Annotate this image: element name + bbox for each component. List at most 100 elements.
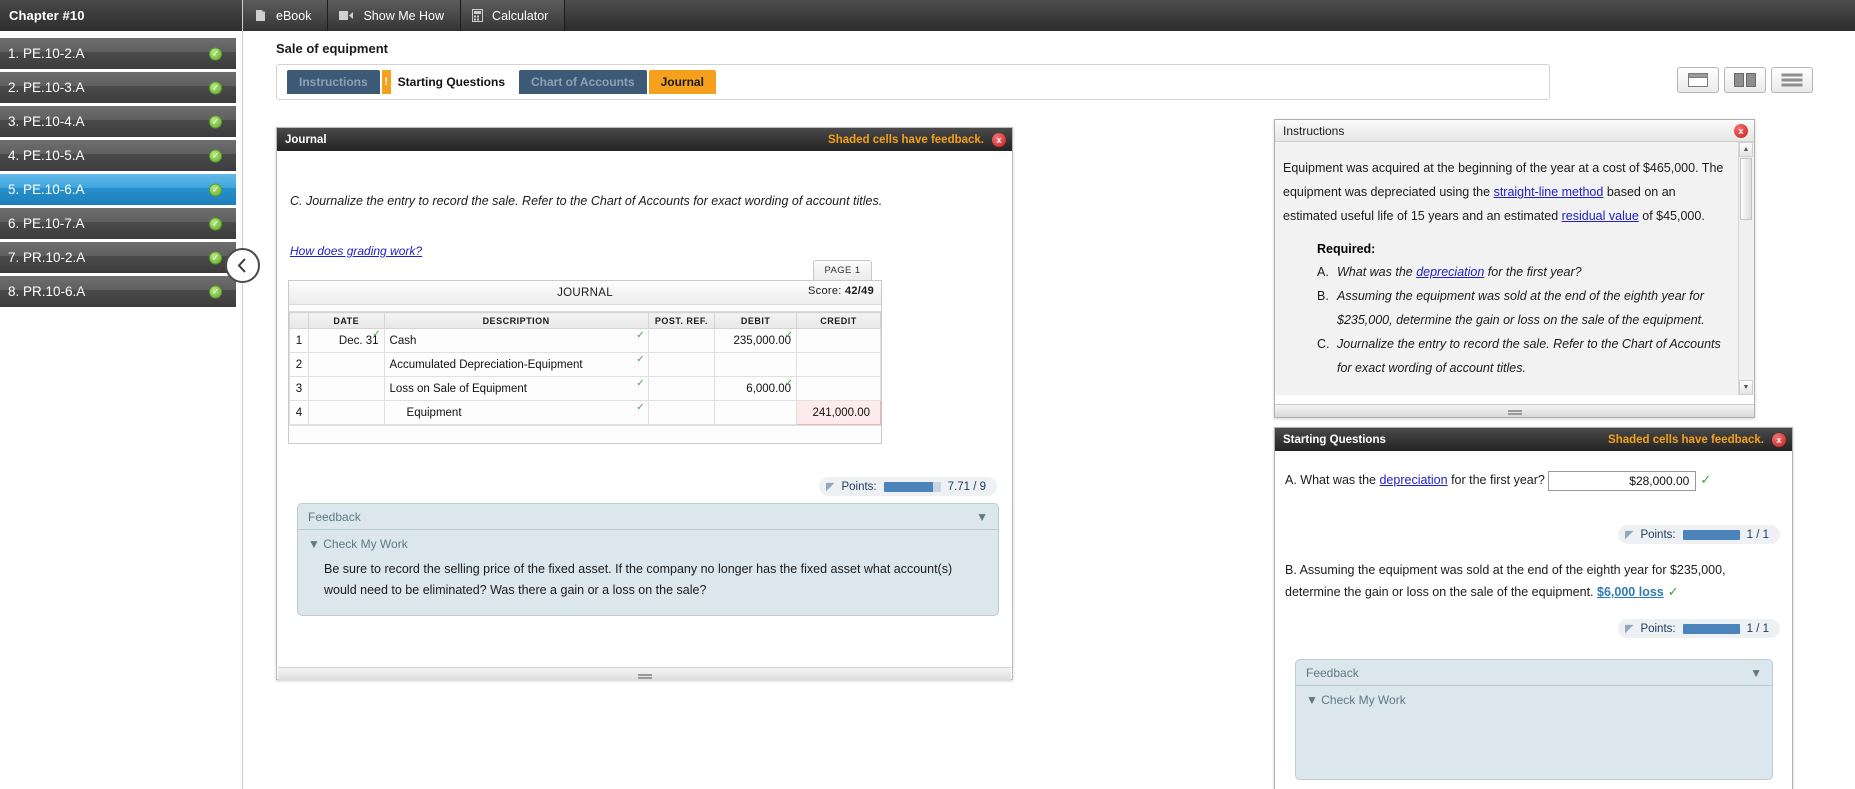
sidebar-item-5[interactable]: 6. PE.10-7.A ✓ — [0, 208, 242, 242]
instructions-paragraph: Equipment was acquired at the beginning … — [1283, 156, 1726, 228]
question-a-points: ◤ Points: 1 / 1 — [1617, 525, 1780, 544]
sq-feedback-body — [1296, 709, 1772, 779]
sidebar-item-2[interactable]: 3. PE.10-4.A ✓ — [0, 106, 242, 140]
video-icon — [339, 10, 354, 21]
journal-score-value: 42/49 — [844, 285, 874, 297]
journal-cell-debit[interactable] — [714, 400, 798, 425]
instructions-required-list: A. What was the depreciation for the fir… — [1317, 260, 1726, 380]
scroll-down-icon[interactable]: ▼ — [1739, 380, 1753, 395]
journal-resize-handle[interactable] — [278, 667, 1011, 681]
journal-row-number: 1 — [289, 328, 309, 353]
journal-cell-date[interactable] — [307, 376, 385, 401]
journal-close-button[interactable]: x — [992, 132, 1006, 147]
instructions-body: Equipment was acquired at the beginning … — [1275, 142, 1754, 395]
tab-journal[interactable]: Journal — [648, 70, 716, 94]
chevron-down-icon[interactable]: ▼ — [976, 510, 988, 524]
required-item-a-text-b: for the first year? — [1484, 265, 1582, 279]
journal-cell-description[interactable]: Accumulated Depreciation-Equipment ✓ — [383, 352, 649, 377]
journal-page-tab[interactable]: PAGE 1 — [813, 260, 872, 280]
check-badge-icon: ✓ — [209, 81, 222, 94]
journal-row-number-text: 1 — [295, 334, 303, 347]
journal-cell-date[interactable]: Dec. 31 ✓ — [307, 328, 385, 353]
journal-shaded-note: Shaded cells have feedback. — [828, 133, 984, 146]
sidebar-item-6[interactable]: 7. PR.10-2.A ✓ — [0, 242, 242, 276]
journal-cell-description[interactable]: Equipment ✓ — [383, 400, 649, 425]
journal-cell-description[interactable]: Cash ✓ — [383, 328, 649, 353]
journal-feedback-header[interactable]: Feedback ▼ — [298, 504, 998, 530]
grading-help-link[interactable]: How does grading work? — [290, 244, 422, 258]
tab-starting-questions[interactable]: ! Starting Questions — [381, 70, 518, 94]
journal-cell-debit[interactable]: 235,000.00 ✓ — [714, 328, 798, 353]
journal-cell-post-ref[interactable] — [647, 352, 716, 377]
journal-check-my-work-toggle[interactable]: ▼ Check My Work — [298, 530, 998, 553]
check-badge-icon: ✓ — [209, 217, 222, 230]
top-tab-show-me-how[interactable]: Show Me How — [328, 0, 462, 31]
journal-cell-debit[interactable]: 6,000.00 ✓ — [714, 376, 798, 401]
layout-single-button[interactable] — [1677, 67, 1719, 93]
depreciation-link[interactable]: depreciation — [1379, 473, 1447, 487]
layout-split-button[interactable] — [1724, 67, 1766, 93]
journal-cell-post-ref[interactable] — [647, 328, 716, 353]
instructions-scrollbar[interactable]: ▲ ▼ — [1738, 142, 1753, 395]
journal-cell-description-text: Accumulated Depreciation-Equipment — [389, 358, 583, 371]
scroll-up-icon[interactable]: ▲ — [1739, 142, 1753, 157]
question-a-answer-input[interactable]: $28,000.00 — [1548, 470, 1697, 491]
tab-instructions[interactable]: Instructions — [287, 70, 380, 94]
instructions-resize-handle[interactable] — [1275, 404, 1754, 417]
journal-cell-credit[interactable] — [796, 376, 881, 401]
sidebar-item-label: 5. PE.10-6.A — [8, 182, 85, 197]
journal-row: 1 Dec. 31 ✓ Cash ✓ 235,000.00 ✓ — [289, 328, 881, 353]
journal-cell-credit[interactable]: 241,000.00 — [796, 400, 881, 425]
journal-points: ◤ Points: 7.71 / 9 — [818, 477, 997, 496]
question-b: B. Assuming the equipment was sold at th… — [1285, 559, 1781, 603]
depreciation-link[interactable]: depreciation — [1416, 265, 1484, 279]
sidebar-item-0[interactable]: 1. PE.10-2.A ✓ — [0, 38, 242, 72]
journal-row: 4 Equipment ✓ 241,000.00 — [289, 400, 881, 425]
required-item-c: C. Journalize the entry to record the sa… — [1317, 332, 1726, 380]
sq-check-my-work-label: Check My Work — [1321, 693, 1406, 707]
instructions-close-button[interactable]: x — [1734, 123, 1748, 138]
starting-questions-close-button[interactable]: x — [1772, 432, 1786, 447]
required-item-b-label: B. — [1317, 289, 1329, 303]
journal-table-wrapper: JOURNAL Score: 42/49 DATE DESCRIPTION PO… — [288, 280, 882, 444]
journal-cell-description[interactable]: Loss on Sale of Equipment ✓ — [383, 376, 649, 401]
points-arrow-icon: ◤ — [1624, 623, 1634, 635]
sq-feedback-header[interactable]: Feedback ▼ — [1296, 660, 1772, 686]
layout-list-button[interactable] — [1771, 67, 1813, 93]
journal-table-title: JOURNAL — [557, 286, 613, 299]
check-badge-icon: ✓ — [209, 285, 222, 298]
main-content: Sale of equipment Instructions ! Startin… — [243, 31, 1855, 789]
sidebar-item-label: 8. PR.10-6.A — [8, 284, 86, 299]
question-a-prefix: A. What was the — [1285, 473, 1380, 487]
journal-cell-date[interactable] — [307, 400, 385, 425]
calculator-icon — [472, 9, 484, 22]
journal-cell-credit[interactable] — [796, 352, 881, 377]
journal-panel-title: Journal — [285, 133, 327, 146]
question-a: A. What was the depreciation for the fir… — [1285, 469, 1780, 491]
top-tab-ebook[interactable]: eBook — [243, 0, 329, 31]
scrollbar-thumb[interactable] — [1740, 158, 1752, 220]
residual-value-link[interactable]: residual value — [1562, 209, 1639, 223]
sidebar-item-4[interactable]: 5. PE.10-6.A ✓ — [0, 174, 242, 208]
sidebar-collapse-button[interactable] — [225, 248, 260, 283]
check-badge-icon: ✓ — [209, 149, 222, 162]
sidebar-item-3[interactable]: 4. PE.10-5.A ✓ — [0, 140, 242, 174]
top-tab-calculator[interactable]: Calculator — [461, 0, 566, 31]
question-b-answer-link[interactable]: $6,000 loss — [1597, 585, 1664, 599]
starting-questions-shaded-note: Shaded cells have feedback. — [1608, 433, 1764, 446]
journal-cell-credit[interactable] — [796, 328, 881, 353]
required-item-b: B. Assuming the equipment was sold at th… — [1317, 284, 1726, 332]
sq-check-my-work-toggle[interactable]: ▼ Check My Work — [1296, 686, 1772, 709]
straight-line-method-link[interactable]: straight-line method — [1494, 185, 1604, 199]
sidebar-item-1[interactable]: 2. PE.10-3.A ✓ — [0, 72, 242, 106]
sidebar-item-label: 2. PE.10-3.A — [8, 80, 85, 95]
journal-cell-date[interactable] — [307, 352, 385, 377]
sidebar-item-7[interactable]: 8. PR.10-6.A ✓ — [0, 276, 242, 310]
journal-points-value: 7.71 / 9 — [947, 480, 986, 493]
journal-cell-post-ref[interactable] — [647, 376, 716, 401]
journal-row: 2 Accumulated Depreciation-Equipment ✓ — [289, 352, 881, 377]
journal-cell-post-ref[interactable] — [647, 400, 716, 425]
journal-cell-debit[interactable] — [714, 352, 798, 377]
tab-chart-of-accounts[interactable]: Chart of Accounts — [519, 70, 647, 94]
chevron-down-icon[interactable]: ▼ — [1750, 666, 1762, 680]
